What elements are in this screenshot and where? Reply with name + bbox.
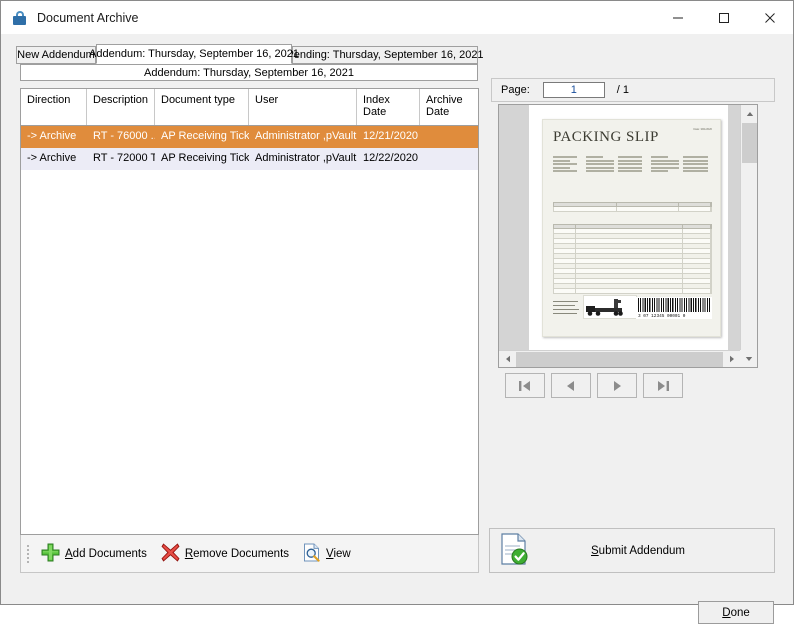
cell-index-date: 12/21/2020 1...	[363, 130, 420, 142]
table-row[interactable]: -> Archive RT - 72000 Tr... AP Receiving…	[21, 148, 478, 170]
page-navigation-bar: Page: 1 / 1	[491, 78, 775, 102]
next-page-button[interactable]	[597, 373, 637, 398]
first-page-button[interactable]	[505, 373, 545, 398]
remove-documents-button[interactable]: Remove Documents	[154, 539, 296, 569]
packing-slip-title: PACKING SLIP	[553, 129, 659, 145]
lock-icon	[12, 10, 28, 26]
maximize-button[interactable]	[701, 1, 747, 34]
cell-user: Administrator ,pVault	[255, 130, 357, 142]
cell-archive-date	[420, 148, 478, 170]
grid-toolbar: Add Documents Remove Documents View	[20, 535, 479, 573]
window-controls	[655, 1, 793, 34]
packing-slip-address-block	[553, 156, 712, 174]
barcode-digits: 3 07 12345 00001 0	[638, 313, 686, 319]
submit-addendum-label: Submit Addendum	[591, 544, 685, 557]
document-check-icon	[500, 533, 530, 568]
tab-addendum[interactable]: Addendum: Thursday, September 16, 2021	[89, 44, 299, 64]
cell-description: RT - 76000 ...	[93, 130, 155, 142]
preview-horizontal-scrollbar[interactable]	[499, 350, 740, 367]
document-preview-viewer[interactable]: PACKING SLIP Date: 3/01/2020 3 07 12345 …	[498, 104, 758, 368]
documents-grid[interactable]: Direction Description Document type User…	[20, 88, 479, 535]
preview-vertical-scrollbar[interactable]	[740, 105, 757, 350]
column-header-document-type[interactable]: Document type	[155, 89, 249, 125]
scroll-left-arrow[interactable]	[499, 350, 516, 367]
cell-document-type: AP Receiving Ticket	[161, 130, 249, 142]
packing-slip-date: Date: 3/01/2020	[693, 128, 712, 131]
column-header-archive-date[interactable]: Archive Date	[420, 89, 478, 125]
scroll-right-arrow[interactable]	[723, 350, 740, 367]
packing-slip-items-table	[553, 224, 712, 294]
document-archive-window: Document Archive New Addendum Addendum: …	[0, 0, 794, 624]
cell-archive-date	[420, 126, 478, 148]
view-button[interactable]: View	[296, 539, 358, 569]
title-bar: Document Archive	[1, 1, 793, 34]
scroll-down-arrow[interactable]	[740, 350, 757, 367]
horizontal-scroll-thumb[interactable]	[516, 351, 723, 367]
green-plus-icon	[41, 543, 60, 565]
truck-illustration	[583, 295, 637, 319]
cell-description: RT - 72000 Tr...	[93, 152, 155, 164]
packing-slip-page: PACKING SLIP Date: 3/01/2020 3 07 12345 …	[542, 119, 721, 337]
window-title: Document Archive	[37, 10, 139, 25]
vertical-scroll-thumb[interactable]	[742, 123, 757, 163]
packing-slip-order-table	[553, 202, 712, 212]
column-header-description[interactable]: Description	[87, 89, 155, 125]
submit-addendum-button[interactable]: Submit Addendum	[489, 528, 775, 573]
scroll-up-arrow[interactable]	[741, 105, 757, 122]
client-area: New Addendum Addendum: Thursday, Septemb…	[1, 34, 793, 624]
page-label: Page:	[501, 84, 530, 96]
grid-header-row: Direction Description Document type User…	[21, 89, 478, 126]
page-nav-buttons	[505, 373, 685, 398]
canvas-margin-right	[728, 105, 740, 350]
remove-documents-label: Remove Documents	[184, 547, 290, 560]
add-documents-button[interactable]: Add Documents	[34, 539, 154, 569]
previous-page-button[interactable]	[551, 373, 591, 398]
cell-direction: -> Archive	[27, 152, 77, 164]
magnifier-document-icon	[303, 543, 321, 565]
barcode: 3 07 12345 00001 0	[636, 297, 712, 319]
page-number-input[interactable]: 1	[542, 82, 605, 98]
page-total-label: / 1	[616, 84, 629, 96]
canvas-margin-left	[499, 105, 529, 350]
tab-strip: New Addendum Addendum: Thursday, Septemb…	[16, 44, 484, 64]
toolbar-grip[interactable]	[24, 543, 32, 565]
cell-index-date: 12/22/2020 8...	[363, 152, 420, 164]
done-label: Done	[722, 606, 750, 619]
tab-new-addendum[interactable]: New Addendum	[16, 46, 96, 64]
red-x-icon	[161, 542, 180, 565]
cell-document-type: AP Receiving Ticket	[161, 152, 249, 164]
add-documents-label: Add Documents	[65, 547, 147, 560]
column-header-direction[interactable]: Direction	[21, 89, 87, 125]
minimize-button[interactable]	[655, 1, 701, 34]
table-row[interactable]: -> Archive RT - 76000 ... AP Receiving T…	[21, 126, 478, 148]
cell-direction: -> Archive	[27, 130, 77, 142]
last-page-button[interactable]	[643, 373, 683, 398]
column-header-user[interactable]: User	[249, 89, 357, 125]
done-button[interactable]: Done	[698, 601, 774, 624]
view-label: View	[326, 547, 351, 560]
tab-pending[interactable]: Pending: Thursday, September 16, 2021	[286, 46, 484, 64]
addendum-header-band: Addendum: Thursday, September 16, 2021	[20, 64, 478, 81]
close-button[interactable]	[747, 1, 793, 34]
cell-user: Administrator ,pVault	[255, 152, 357, 164]
column-header-index-date[interactable]: Index Date	[357, 89, 420, 125]
preview-canvas[interactable]: PACKING SLIP Date: 3/01/2020 3 07 12345 …	[499, 105, 740, 350]
